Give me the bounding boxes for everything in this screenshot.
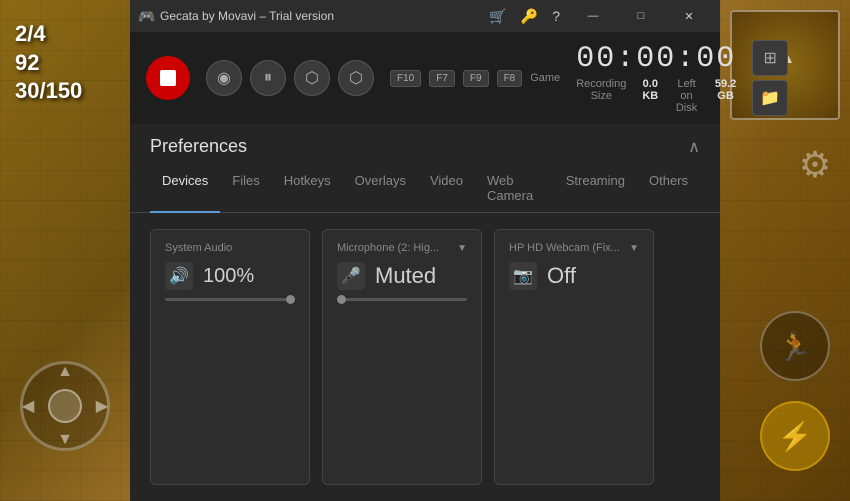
tab-files[interactable]: Files (220, 165, 271, 213)
hotkey-f7[interactable]: F7 (429, 70, 455, 87)
overlay-button[interactable]: ⊞ (752, 40, 788, 76)
folder-icon: 📁 (760, 88, 780, 108)
gamepad-button[interactable]: ⬡ (338, 60, 374, 96)
toolbar-buttons: ◉ ⏸ ⬡ ⬡ (206, 60, 374, 96)
webcam-body: 📷 Off (509, 262, 639, 290)
microphone-name: Microphone (2: Hig... (337, 242, 453, 254)
speaker-icon: 🔊 (165, 262, 193, 290)
tab-webcamera[interactable]: Web Camera (475, 165, 554, 213)
tab-others[interactable]: Others (637, 165, 700, 213)
tab-video[interactable]: Video (418, 165, 475, 213)
left-on-disk-value: 59.2 GB (715, 78, 736, 114)
arrow-down-icon: ▼ (57, 431, 73, 449)
hotkey-f8[interactable]: F8 (497, 70, 523, 87)
hotkey-f10[interactable]: F10 (390, 70, 421, 87)
hotkey-f9[interactable]: F9 (463, 70, 489, 87)
devices-content: System Audio 🔊 100% Microphone (2: Hig..… (130, 213, 720, 501)
arrow-left-icon: ◀ (22, 396, 34, 416)
pause-button[interactable]: ⏸ (250, 60, 286, 96)
toolbar-right: ⊞ 📁 (752, 40, 788, 116)
webcam-button[interactable]: ◉ (206, 60, 242, 96)
overlay-icon: ⊞ (764, 48, 777, 68)
preferences-tabs: Devices Files Hotkeys Overlays Video Web… (130, 165, 720, 213)
window-controls: — □ ✕ (570, 0, 712, 32)
webcam-dropdown-icon[interactable]: ▼ (629, 243, 639, 254)
folder-button[interactable]: 📁 (752, 80, 788, 116)
preferences-title: Preferences (150, 136, 247, 157)
gamepad-icon: ⬡ (349, 68, 363, 88)
timer-info: Recording Size 0.0 KB Left on Disk 59.2 … (576, 78, 736, 114)
run-icon[interactable]: 🏃 (760, 311, 830, 381)
key-icon[interactable]: 🔑 (521, 8, 538, 25)
app-window: 🎮 Gecata by Movavi – Trial version 🛒 🔑 ?… (130, 0, 720, 501)
collapse-button[interactable]: ∧ (688, 137, 700, 157)
recording-size-label: Recording Size (576, 78, 626, 114)
microphone-value: Muted (375, 263, 436, 289)
preferences-header: Preferences ∧ (130, 124, 720, 157)
title-bar-extra-icons: 🛒 🔑 ? (489, 8, 560, 25)
close-button[interactable]: ✕ (666, 0, 712, 32)
title-bar-text: Gecata by Movavi – Trial version (160, 9, 489, 23)
stop-icon (160, 70, 176, 86)
webcam-header: HP HD Webcam (Fix... ▼ (509, 242, 639, 254)
system-audio-name: System Audio (165, 242, 295, 254)
gear-icon: ⚙ (790, 140, 840, 190)
toolbar: ◉ ⏸ ⬡ ⬡ F10 F7 F9 F8 Game 00:00:00 Recor… (130, 32, 720, 124)
microphone-header: Microphone (2: Hig... ▼ (337, 242, 467, 254)
system-audio-header: System Audio (165, 242, 295, 254)
preferences-panel: Preferences ∧ Devices Files Hotkeys Over… (130, 124, 720, 501)
maximize-button[interactable]: □ (618, 0, 664, 32)
system-audio-card: System Audio 🔊 100% (150, 229, 310, 485)
microphone-body: 🎤 Muted (337, 262, 467, 290)
webcam-icon: ◉ (217, 68, 231, 88)
tab-hotkeys[interactable]: Hotkeys (272, 165, 343, 213)
system-audio-value: 100% (203, 265, 254, 288)
webcam-card: HP HD Webcam (Fix... ▼ 📷 Off (494, 229, 654, 485)
microphone-muted-icon: 🎤 (337, 262, 365, 290)
microphone-slider-thumb (337, 295, 346, 304)
system-audio-body: 🔊 100% (165, 262, 295, 290)
microphone-card: Microphone (2: Hig... ▼ 🎤 Muted (322, 229, 482, 485)
title-bar: 🎮 Gecata by Movavi – Trial version 🛒 🔑 ?… (130, 0, 720, 32)
arrow-up-icon: ▲ (57, 363, 73, 381)
camera-icon: ⬡ (305, 68, 319, 88)
left-on-disk-label: Left on Disk (674, 78, 699, 114)
camera-off-icon: 📷 (509, 262, 537, 290)
tab-overlays[interactable]: Overlays (343, 165, 418, 213)
timer-display: 00:00:00 (576, 42, 736, 76)
microphone-dropdown-icon[interactable]: ▼ (457, 243, 467, 254)
system-audio-slider[interactable] (165, 298, 295, 301)
record-button[interactable] (146, 56, 190, 100)
pause-icon: ⏸ (264, 69, 272, 87)
action-icon[interactable]: ⚡ (760, 401, 830, 471)
app-icon: 🎮 (138, 8, 154, 24)
microphone-slider[interactable] (337, 298, 467, 301)
game-label: Game (530, 72, 560, 84)
webcam-value: Off (547, 263, 576, 289)
help-icon[interactable]: ? (552, 8, 560, 25)
cart-icon[interactable]: 🛒 (489, 8, 506, 25)
webcam-name: HP HD Webcam (Fix... (509, 242, 625, 254)
timer-section: 00:00:00 Recording Size 0.0 KB Left on D… (576, 42, 736, 114)
tab-devices[interactable]: Devices (150, 165, 220, 213)
arrow-controls: ▲ ▼ ◀ ▶ (20, 361, 110, 451)
recording-size-value: 0.0 KB (642, 78, 658, 114)
tab-streaming[interactable]: Streaming (554, 165, 637, 213)
hotkey-labels: F10 F7 F9 F8 Game (390, 70, 560, 87)
arrow-right-icon: ▶ (96, 396, 108, 416)
screenshot-button[interactable]: ⬡ (294, 60, 330, 96)
system-audio-slider-thumb (286, 295, 295, 304)
minimize-button[interactable]: — (570, 0, 616, 32)
game-stats: 2/4 92 30/150 (15, 20, 82, 106)
